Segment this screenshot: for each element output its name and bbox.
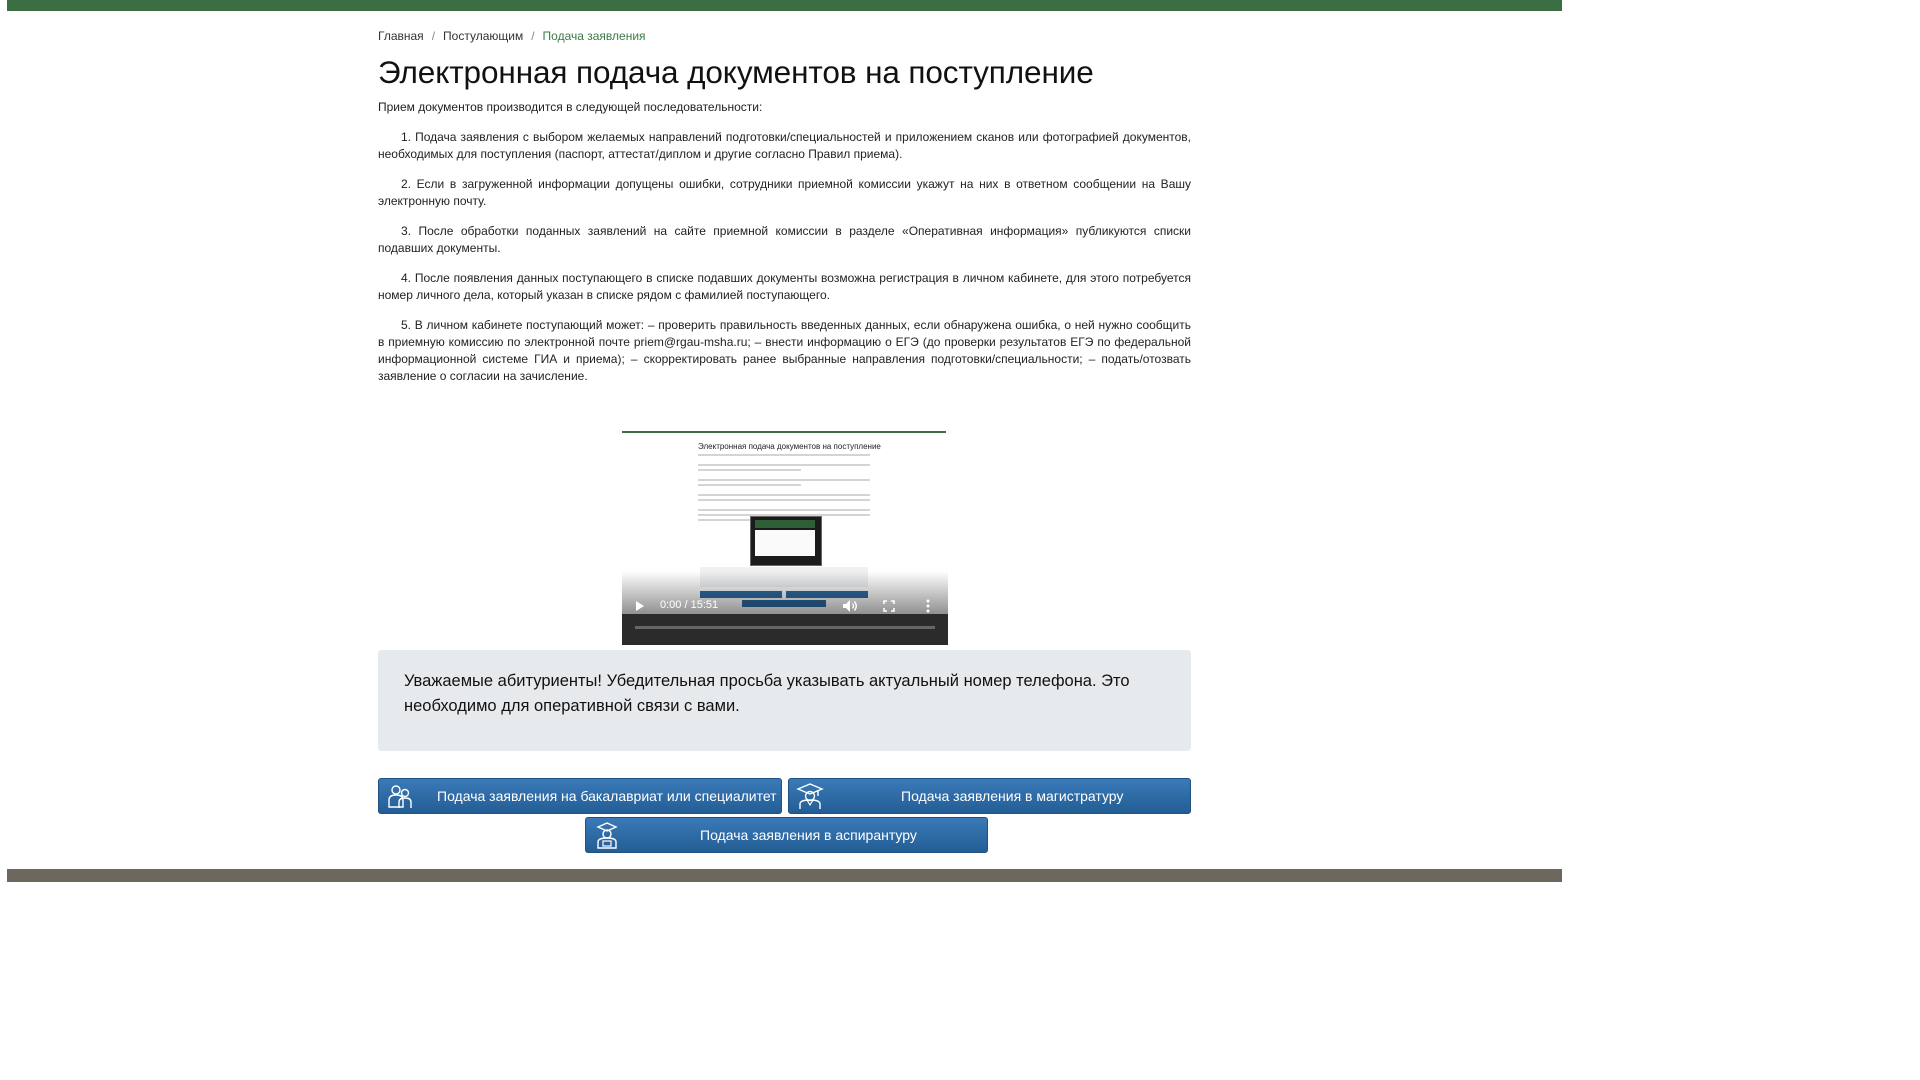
top-bar bbox=[7, 0, 1562, 11]
thumbnail-inner-video bbox=[750, 516, 822, 566]
page-title: Электронная подача документов на поступл… bbox=[378, 54, 1094, 90]
apply-master-label: Подача заявления в магистратуру bbox=[901, 788, 1124, 804]
breadcrumb-applicants[interactable]: Постулающим bbox=[443, 29, 523, 43]
video-player[interactable]: Электронная подача документов на поступл… bbox=[622, 431, 948, 645]
video-time: 0:00 / 15:51 bbox=[660, 599, 719, 611]
video-controls: 0:00 / 15:51 bbox=[622, 595, 948, 617]
breadcrumb-home[interactable]: Главная bbox=[378, 29, 424, 43]
play-icon[interactable] bbox=[636, 601, 644, 611]
breadcrumb-current: Подача заявления bbox=[542, 29, 646, 43]
breadcrumb-separator: / bbox=[431, 29, 436, 43]
video-progress-bar[interactable] bbox=[635, 626, 935, 629]
apply-phd-button[interactable]: Подача заявления в аспирантуру bbox=[585, 817, 988, 853]
step-item: 2. Если в загруженной информации допущен… bbox=[378, 177, 1191, 208]
scholar-icon bbox=[596, 822, 618, 849]
students-icon bbox=[388, 785, 412, 808]
breadcrumb: Главная / Постулающим / Подача заявления bbox=[378, 29, 646, 43]
apply-phd-label: Подача заявления в аспирантуру bbox=[700, 827, 917, 843]
more-options-icon[interactable] bbox=[925, 598, 931, 614]
video-thumbnail-header bbox=[622, 431, 946, 433]
step-item: 4. После появления данных поступающего в… bbox=[378, 271, 1191, 302]
video-thumbnail: Электронная подача документов на поступл… bbox=[698, 437, 881, 521]
volume-icon[interactable] bbox=[842, 599, 858, 613]
fullscreen-icon[interactable] bbox=[883, 600, 895, 612]
step-item: 1. Подача заявления с выбором желаемых н… bbox=[378, 130, 1191, 161]
apply-master-button[interactable]: Подача заявления в магистратуру bbox=[788, 778, 1191, 814]
graduate-icon bbox=[796, 783, 824, 809]
thumbnail-breadcrumb bbox=[698, 437, 870, 441]
footer-bar bbox=[7, 869, 1562, 882]
step-item: 5. В личном кабинете поступающий может: … bbox=[378, 318, 1191, 383]
apply-bachelor-label: Подача заявления на бакалавриат или спец… bbox=[437, 788, 777, 804]
apply-bachelor-button[interactable]: Подача заявления на бакалавриат или спец… bbox=[378, 778, 782, 814]
video-bottom-strip bbox=[622, 614, 948, 645]
intro-text: Прием документов производится в следующе… bbox=[378, 100, 763, 114]
thumbnail-title: Электронная подача документов на поступл… bbox=[698, 442, 881, 451]
step-item: 3. После обработки поданных заявлений на… bbox=[378, 224, 1191, 255]
breadcrumb-separator: / bbox=[531, 29, 535, 43]
steps-list: 1. Подача заявления с выбором желаемых н… bbox=[378, 129, 1191, 398]
phone-notice: Уважаемые абитуриенты! Убедительная прос… bbox=[378, 650, 1191, 751]
